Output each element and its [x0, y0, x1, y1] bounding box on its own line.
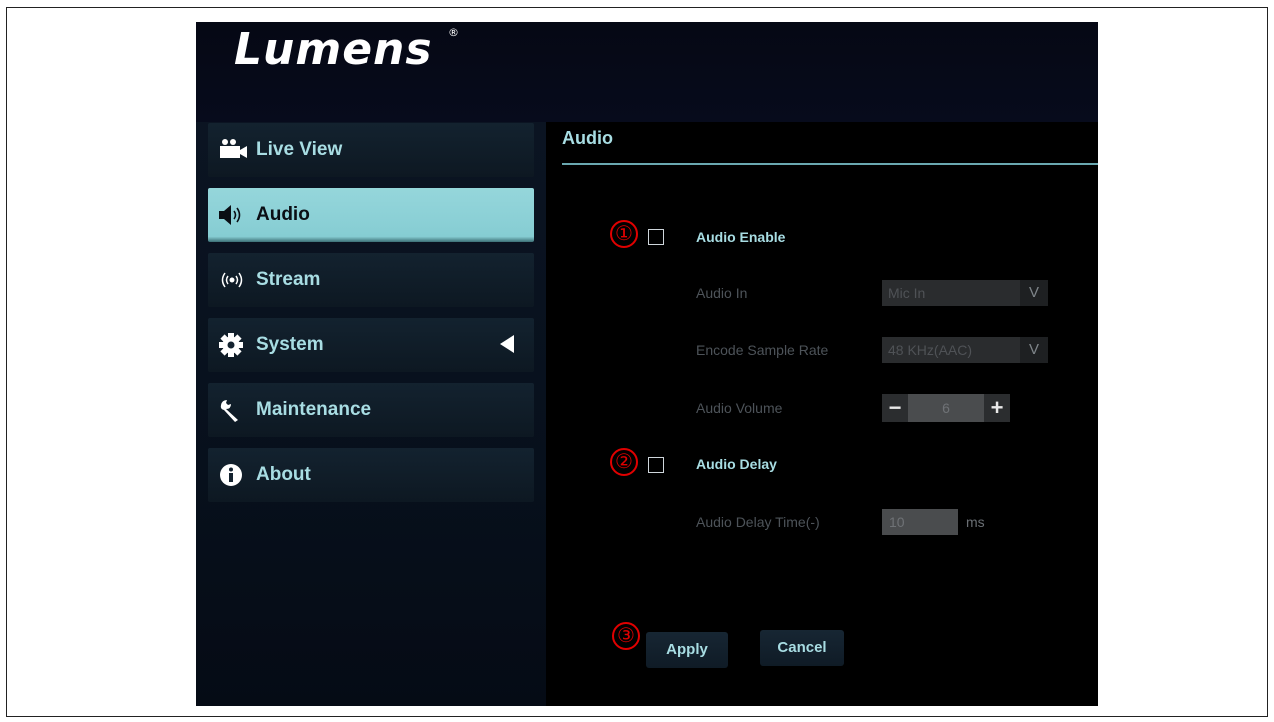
audio-volume-label: Audio Volume [696, 400, 783, 416]
sidebar-item-label: Maintenance [256, 399, 372, 420]
encode-sample-rate-label: Encode Sample Rate [696, 342, 829, 358]
gear-icon [218, 332, 248, 358]
sidebar-item-label: About [256, 464, 311, 485]
sidebar-item-stream[interactable]: Stream [208, 253, 534, 307]
callout-marker-1: ① [610, 220, 638, 248]
sidebar-item-maintenance[interactable]: Maintenance [208, 383, 534, 437]
encode-sample-rate-select[interactable]: 48 KHz(AAC) V [882, 337, 1048, 363]
sidebar-item-about[interactable]: About [208, 448, 534, 502]
encode-sample-rate-value: 48 KHz(AAC) [888, 342, 973, 358]
brand-logo: Lumens [234, 24, 433, 75]
audio-enable-label: Audio Enable [696, 229, 786, 245]
audio-in-label: Audio In [696, 285, 748, 301]
callout-marker-2: ② [610, 448, 638, 476]
wrench-icon [218, 397, 248, 423]
audio-enable-checkbox[interactable] [648, 229, 664, 245]
volume-value[interactable]: 6 [908, 394, 984, 422]
sidebar-item-label: Live View [256, 139, 343, 160]
collapse-arrow-icon[interactable] [500, 335, 514, 353]
audio-delay-time-input[interactable] [882, 509, 958, 535]
audio-delay-time-label: Audio Delay Time(-) [696, 514, 820, 530]
page-title: Audio [562, 128, 613, 148]
audio-delay-unit: ms [966, 514, 985, 530]
chevron-down-icon: V [1020, 280, 1048, 306]
audio-in-value: Mic In [888, 285, 926, 301]
sidebar-item-label: Stream [256, 269, 321, 290]
title-divider [562, 163, 1098, 165]
chevron-down-icon: V [1020, 337, 1048, 363]
cancel-button[interactable]: Cancel [760, 630, 844, 666]
apply-button[interactable]: Apply [646, 632, 728, 668]
audio-delay-label: Audio Delay [696, 456, 777, 472]
sidebar: Live View Audio Stream System Maintenanc… [196, 122, 546, 706]
app-window: Lumens ® Live View Audio Stream System M… [196, 22, 1098, 706]
sidebar-item-audio[interactable]: Audio [208, 188, 534, 242]
video-camera-icon [218, 137, 248, 163]
audio-delay-checkbox[interactable] [648, 457, 664, 473]
sidebar-item-live-view[interactable]: Live View [208, 123, 534, 177]
speaker-icon [218, 202, 248, 228]
sidebar-item-label: System [256, 334, 324, 355]
audio-in-select[interactable]: Mic In V [882, 280, 1048, 306]
sidebar-item-label: Audio [256, 204, 310, 225]
volume-increase-button[interactable]: + [984, 394, 1010, 422]
header-bar: Lumens ® [196, 22, 1098, 122]
registered-mark: ® [448, 26, 459, 39]
volume-decrease-button[interactable]: − [882, 394, 908, 422]
callout-marker-3: ③ [612, 622, 640, 650]
info-icon [218, 462, 248, 488]
sidebar-item-system[interactable]: System [208, 318, 534, 372]
broadcast-icon [218, 267, 248, 293]
main-panel: Audio ① Audio Enable Audio In Mic In V E… [546, 122, 1098, 706]
